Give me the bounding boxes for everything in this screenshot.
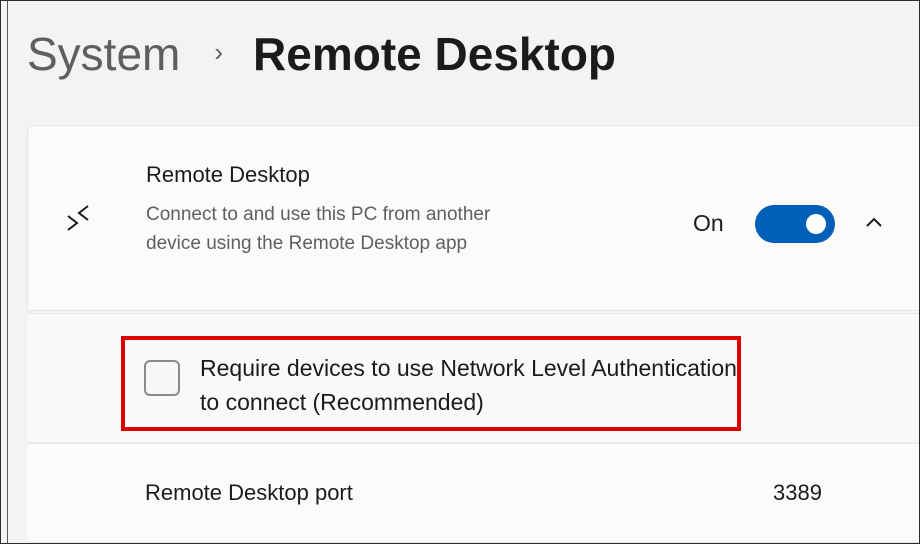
nla-label[interactable]: Require devices to use Network Level Aut…: [200, 351, 740, 419]
port-value: 3389: [773, 480, 822, 505]
breadcrumb-separator: ›: [214, 36, 224, 67]
remote-desktop-description: Connect to and use this PC from another …: [146, 204, 491, 254]
remote-desktop-toggle[interactable]: [755, 205, 835, 243]
breadcrumb: System › Remote Desktop: [27, 19, 616, 89]
chevron-up-icon[interactable]: [862, 210, 886, 234]
nla-checkbox[interactable]: [144, 360, 180, 396]
remote-desktop-title: Remote Desktop: [146, 162, 310, 187]
port-label: Remote Desktop port: [145, 480, 353, 505]
remote-desktop-row: Remote Desktop Connect to and use this P…: [27, 125, 919, 311]
window-edge: [7, 1, 8, 543]
page-title: Remote Desktop: [253, 28, 617, 80]
toggle-knob: [806, 214, 826, 234]
toggle-state-label: On: [693, 210, 724, 236]
remote-desktop-icon: [67, 205, 89, 231]
breadcrumb-parent[interactable]: System: [27, 27, 180, 81]
settings-window: System › Remote Desktop Remote Desktop C…: [0, 0, 920, 544]
